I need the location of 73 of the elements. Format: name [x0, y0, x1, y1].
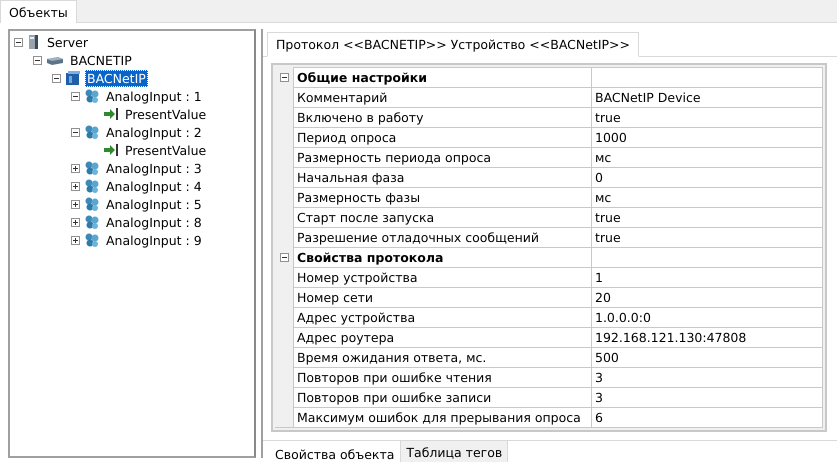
- collapse-toggle[interactable]: [14, 38, 23, 46]
- property-value[interactable]: 1000: [591, 127, 822, 147]
- collapse-toggle[interactable]: [71, 128, 80, 136]
- property-name: Период опроса: [293, 127, 591, 147]
- tree-item[interactable]: AnalogInput : 4: [104, 178, 204, 194]
- tree-item[interactable]: AnalogInput : 9: [104, 232, 204, 248]
- expand-toggle[interactable]: [71, 236, 80, 244]
- property-value[interactable]: 3: [591, 387, 822, 407]
- property-value[interactable]: 20: [591, 287, 822, 307]
- property-name: Повторов при ошибке чтения: [293, 367, 591, 387]
- tree-item[interactable]: AnalogInput : 2: [104, 124, 204, 140]
- network-device-icon: [46, 54, 64, 66]
- cube-cluster-icon: [84, 214, 100, 230]
- property-value[interactable]: BACNetIP Device: [591, 87, 822, 107]
- property-value[interactable]: 3: [591, 367, 822, 387]
- collapse-toggle[interactable]: [33, 56, 42, 64]
- collapse-toggle[interactable]: [71, 92, 80, 100]
- tree-item[interactable]: BACNetIP: [85, 70, 148, 86]
- tree-item[interactable]: PresentValue: [123, 142, 208, 158]
- property-name: Время ожидания ответа, мс.: [293, 347, 591, 367]
- section-header: Свойства протокола: [293, 247, 591, 267]
- property-name: Включено в работу: [293, 107, 591, 127]
- tree-item[interactable]: PresentValue: [123, 106, 208, 122]
- arrow-to-bar-icon: [103, 143, 119, 157]
- tab[interactable]: Протокол <<BACNETIP>> Устройство <<BACNetIP>>: [267, 32, 639, 57]
- property-name: Номер сети: [293, 287, 591, 307]
- property-value[interactable]: true: [591, 107, 822, 127]
- property-name: Комментарий: [293, 87, 591, 107]
- property-value[interactable]: true: [591, 227, 822, 247]
- property-value[interactable]: мс: [591, 187, 822, 207]
- collapse-toggle[interactable]: [52, 74, 61, 82]
- collapse-toggle[interactable]: [280, 252, 288, 262]
- property-name: Размерность фазы: [293, 187, 591, 207]
- property-value[interactable]: true: [591, 207, 822, 227]
- property-name: Максимум ошибок для прерывания опроса: [293, 407, 591, 427]
- property-value[interactable]: мс: [591, 147, 822, 167]
- cube-cluster-icon: [84, 232, 100, 248]
- property-value[interactable]: 500: [591, 347, 822, 367]
- property-name: Старт после запуска: [293, 207, 591, 227]
- property-name: Адрес устройства: [293, 307, 591, 327]
- property-value[interactable]: 1: [591, 267, 822, 287]
- property-name: Разрешение отладочных сообщений: [293, 227, 591, 247]
- property-name: Номер устройства: [293, 267, 591, 287]
- cube-cluster-icon: [84, 88, 100, 104]
- cube-cluster-icon: [84, 196, 100, 212]
- property-value[interactable]: 1.0.0.0:0: [591, 307, 822, 327]
- expand-toggle[interactable]: [71, 182, 80, 190]
- section-header: Общие настройки: [293, 67, 591, 87]
- arrow-to-bar-icon: [103, 107, 119, 121]
- tree-item[interactable]: BACNETIP: [68, 52, 134, 68]
- tree-item[interactable]: AnalogInput : 1: [104, 88, 204, 104]
- property-value[interactable]: 0: [591, 167, 822, 187]
- tree-item[interactable]: AnalogInput : 8: [104, 214, 204, 230]
- property-value[interactable]: 6: [591, 407, 822, 427]
- collapse-toggle[interactable]: [280, 72, 288, 82]
- server-icon: [27, 34, 41, 50]
- tree-item[interactable]: Server: [45, 34, 90, 50]
- property-value[interactable]: 192.168.121.130:47808: [591, 327, 822, 347]
- property-name: Размерность периода опроса: [293, 147, 591, 167]
- expand-toggle[interactable]: [71, 218, 80, 226]
- tab[interactable]: Таблица тегов: [400, 441, 508, 462]
- tab[interactable]: Объекты: [0, 0, 77, 25]
- property-name: Адрес роутера: [293, 327, 591, 347]
- cube-cluster-icon: [84, 160, 100, 176]
- property-name: Повторов при ошибке записи: [293, 387, 591, 407]
- property-name: Начальная фаза: [293, 167, 591, 187]
- expand-toggle[interactable]: [71, 164, 80, 172]
- cube-cluster-icon: [84, 178, 100, 194]
- expand-toggle[interactable]: [71, 200, 80, 208]
- cube-cluster-icon: [84, 124, 100, 140]
- tree-item[interactable]: AnalogInput : 3: [104, 160, 204, 176]
- device-icon: [65, 70, 81, 86]
- tree-item[interactable]: AnalogInput : 5: [104, 196, 204, 212]
